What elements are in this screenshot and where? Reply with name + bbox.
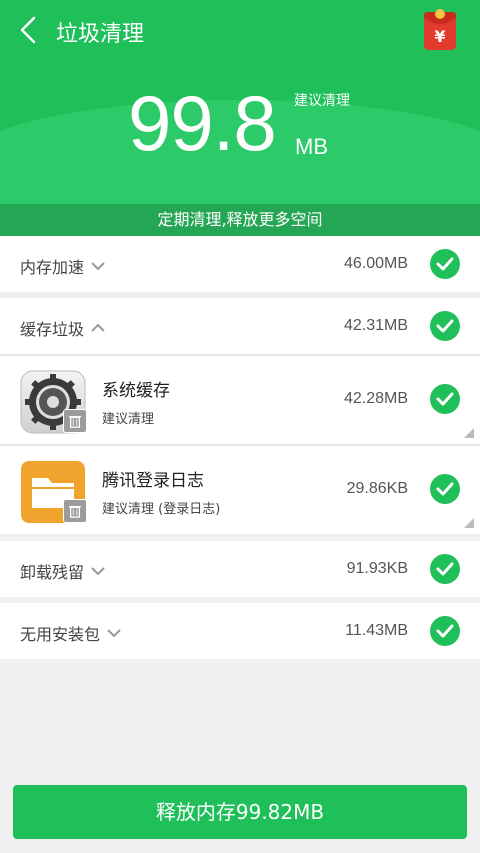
chevron-down-icon bbox=[91, 262, 105, 271]
suggest-clean-label: 建议清理 bbox=[294, 93, 350, 109]
cache-item-row[interactable]: 腾讯登录日志 建议清理 (登录日志) 29.86KB bbox=[0, 446, 480, 534]
red-packet-icon: ¥ bbox=[424, 9, 456, 50]
checkbox-checked-icon[interactable] bbox=[430, 616, 460, 646]
release-memory-button[interactable]: 释放内存99.82MB bbox=[13, 785, 467, 839]
category-size: 42.31MB bbox=[343, 317, 408, 334]
header: 垃圾清理 ¥ 99.8 建议清理 MB 定期清理,释放更多空间 bbox=[0, 0, 480, 236]
corner-indicator bbox=[464, 518, 474, 528]
checkbox-checked-icon[interactable] bbox=[430, 384, 460, 414]
cache-item-row[interactable]: 系统缓存 建议清理 42.28MB bbox=[0, 356, 480, 444]
svg-text:¥: ¥ bbox=[434, 27, 445, 46]
back-button[interactable] bbox=[12, 12, 48, 48]
cache-item-name: 腾讯登录日志 bbox=[102, 471, 204, 491]
cache-item-size: 29.86KB bbox=[346, 480, 408, 497]
checkbox-checked-icon[interactable] bbox=[430, 249, 460, 279]
checkbox-checked-icon[interactable] bbox=[430, 474, 460, 504]
cache-item-subtitle: 建议清理 bbox=[102, 412, 155, 427]
category-label: 内存加速 bbox=[20, 254, 106, 278]
chevron-down-icon bbox=[107, 629, 121, 638]
corner-indicator bbox=[464, 428, 474, 438]
checkbox-checked-icon[interactable] bbox=[430, 554, 460, 584]
page-title: 垃圾清理 bbox=[56, 22, 145, 47]
checkbox-checked-icon[interactable] bbox=[430, 311, 460, 341]
cache-item-size: 42.28MB bbox=[343, 390, 408, 407]
back-arrow-icon bbox=[20, 16, 36, 44]
trash-icon bbox=[63, 499, 87, 523]
category-size: 46.00MB bbox=[343, 255, 408, 272]
category-row-memory[interactable]: 内存加速 46.00MB bbox=[0, 236, 480, 292]
top-bar: 垃圾清理 ¥ bbox=[0, 0, 480, 62]
category-row-apk[interactable]: 无用安装包 11.43MB bbox=[0, 603, 480, 659]
trash-icon bbox=[63, 409, 87, 433]
category-label: 卸载残留 bbox=[20, 559, 106, 583]
chevron-down-icon bbox=[91, 567, 105, 576]
total-junk-size: 99.8 bbox=[128, 79, 277, 167]
category-size: 91.93KB bbox=[346, 560, 408, 577]
category-size: 11.43MB bbox=[345, 622, 408, 639]
category-row-uninstall[interactable]: 卸载残留 91.93KB bbox=[0, 541, 480, 597]
cache-item-name: 系统缓存 bbox=[102, 381, 170, 401]
red-packet-button[interactable]: ¥ bbox=[422, 8, 458, 52]
category-row-cache[interactable]: 缓存垃圾 42.31MB bbox=[0, 298, 480, 354]
size-unit: MB bbox=[295, 134, 328, 159]
slogan-bar: 定期清理,释放更多空间 bbox=[0, 204, 480, 236]
chevron-up-icon bbox=[91, 323, 105, 332]
category-label: 无用安装包 bbox=[20, 621, 122, 645]
category-label: 缓存垃圾 bbox=[20, 316, 106, 340]
cache-item-subtitle: 建议清理 (登录日志) bbox=[102, 502, 221, 517]
